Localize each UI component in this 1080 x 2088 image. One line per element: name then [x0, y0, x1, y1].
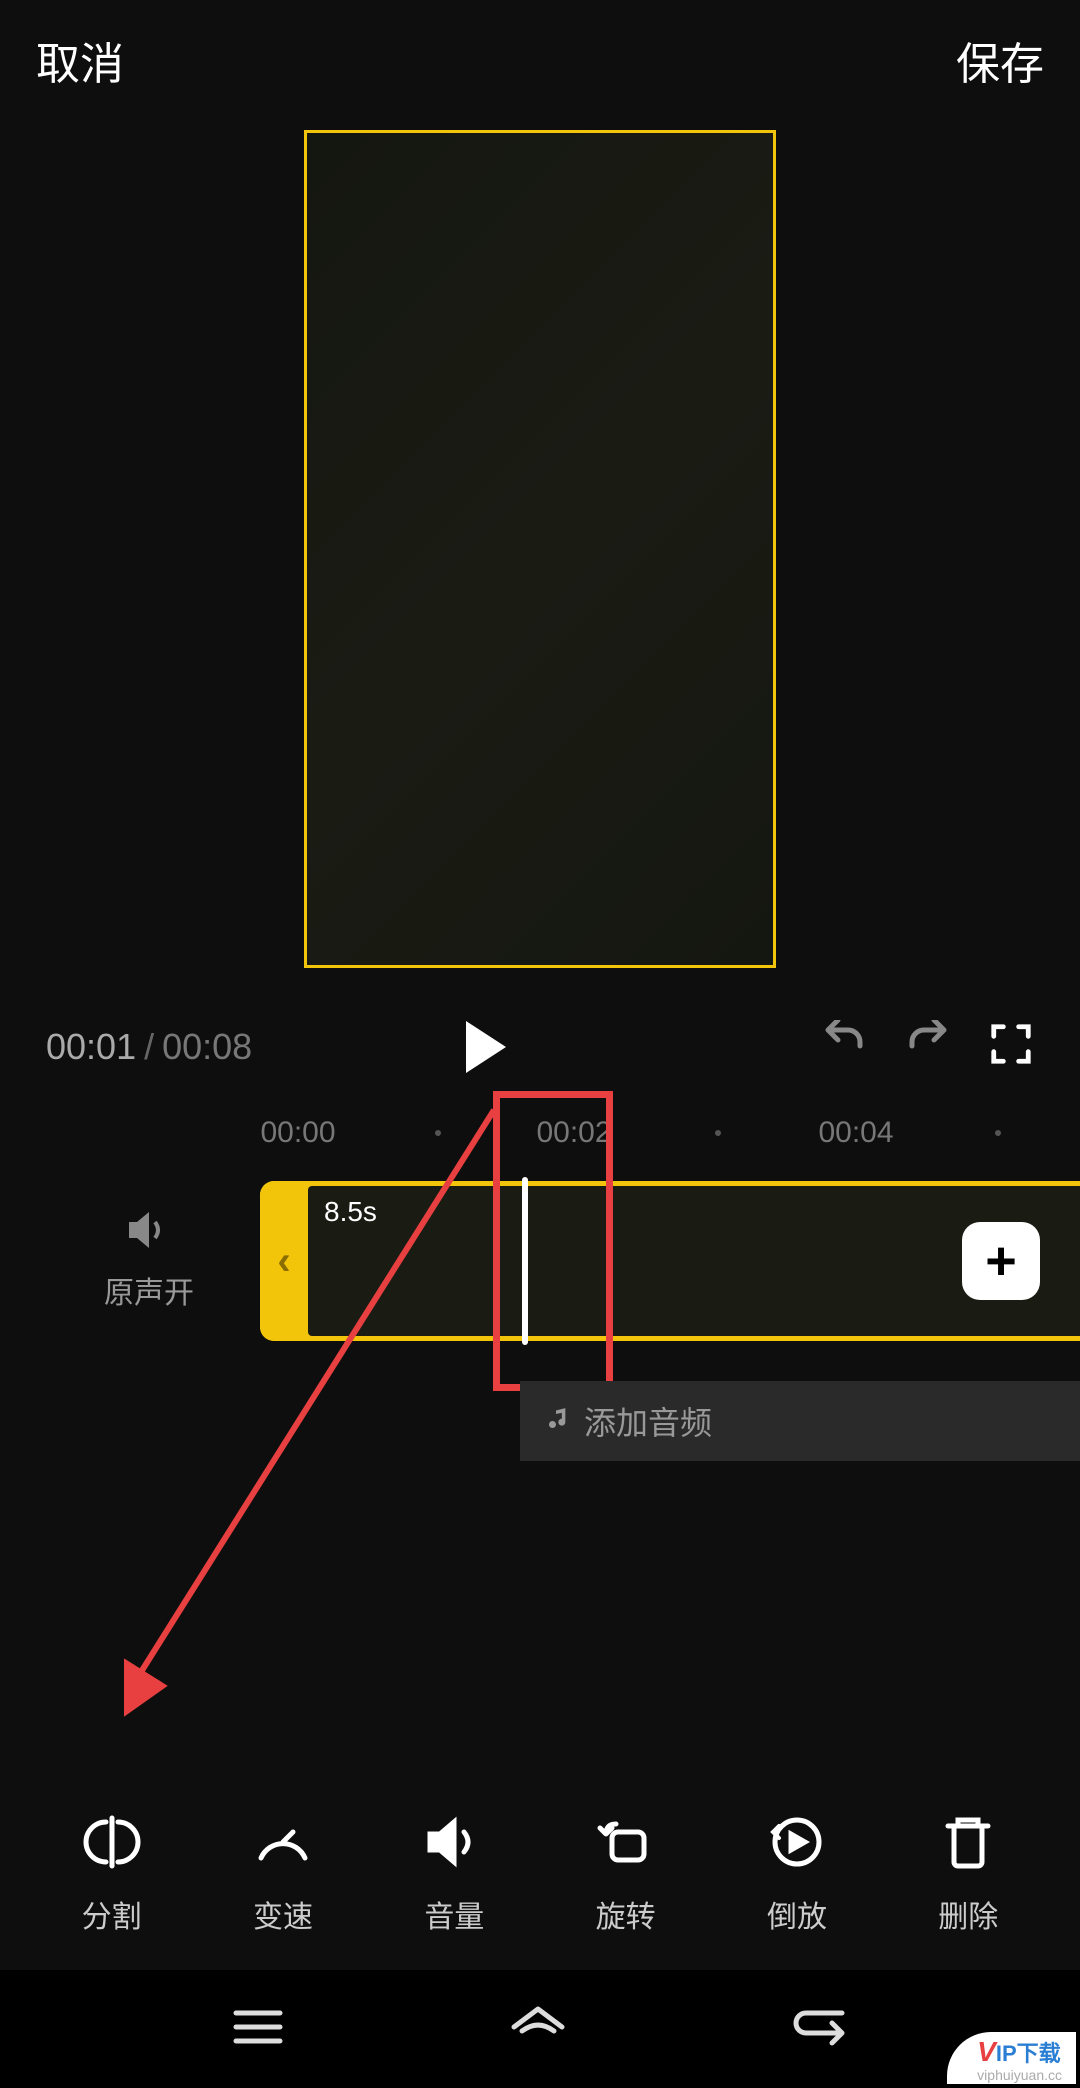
time-separator: /	[144, 1026, 154, 1068]
sound-label: 原声开	[104, 1268, 194, 1312]
undo-button[interactable]	[820, 1020, 868, 1073]
tool-label: 变速	[253, 1892, 313, 1936]
redo-button[interactable]	[904, 1020, 952, 1073]
volume-icon	[424, 1812, 484, 1872]
tool-label: 音量	[424, 1892, 484, 1936]
video-preview-frame[interactable]	[304, 130, 776, 968]
home-nav-button[interactable]	[506, 2003, 570, 2056]
ruler-dot	[435, 1130, 441, 1136]
split-tool[interactable]: 分割	[82, 1812, 142, 1936]
watermark-url: viphuiyuan.cc	[977, 2068, 1062, 2082]
tool-label: 删除	[938, 1892, 998, 1936]
reverse-tool[interactable]: 倒放	[767, 1812, 827, 1936]
tool-label: 倒放	[767, 1892, 827, 1936]
watermark-text: IP下载	[996, 2041, 1061, 2066]
speed-icon	[253, 1812, 313, 1872]
clip-duration-label: 8.5s	[324, 1196, 377, 1228]
fullscreen-button[interactable]	[988, 1021, 1034, 1072]
add-audio-label: 添加音频	[584, 1398, 712, 1444]
speed-tool[interactable]: 变速	[253, 1812, 313, 1936]
cancel-button[interactable]: 取消	[36, 28, 124, 92]
current-time: 00:01	[46, 1026, 136, 1068]
volume-tool[interactable]: 音量	[424, 1812, 484, 1936]
menu-nav-button[interactable]	[230, 2007, 286, 2052]
watermark-badge: VIP下载 viphuiyuan.cc	[947, 2032, 1076, 2084]
clip-left-handle[interactable]: ‹	[260, 1181, 308, 1341]
trash-icon	[942, 1812, 994, 1872]
header-bar: 取消 保存	[0, 0, 1080, 120]
rotate-icon	[596, 1812, 656, 1872]
video-track[interactable]: 原声开 ‹ 8.5s +	[0, 1181, 1080, 1341]
reverse-icon	[767, 1812, 827, 1872]
music-note-icon	[542, 1407, 570, 1435]
ruler-dot	[995, 1130, 1001, 1136]
original-sound-toggle[interactable]: 原声开	[104, 1210, 194, 1312]
rotate-tool[interactable]: 旋转	[596, 1812, 656, 1936]
delete-tool[interactable]: 删除	[938, 1812, 998, 1936]
preview-area	[0, 120, 1080, 998]
video-clip[interactable]: ‹ 8.5s	[260, 1181, 1080, 1341]
playhead[interactable]	[522, 1177, 528, 1345]
audio-track: 添加音频	[0, 1381, 1080, 1461]
tool-label: 旋转	[596, 1892, 656, 1936]
play-icon[interactable]	[466, 1021, 506, 1073]
add-audio-button[interactable]: 添加音频	[520, 1381, 1080, 1461]
system-nav-bar	[0, 1970, 1080, 2088]
tool-label: 分割	[82, 1892, 142, 1936]
time-display: 00:01 / 00:08	[46, 1026, 252, 1068]
timeline: 00:00 00:02 00:04 原声开 ‹ 8.5s +	[0, 1115, 1080, 1461]
ruler-mark: 00:04	[818, 1116, 893, 1150]
edit-toolbar: 分割 变速 音量 旋转	[0, 1812, 1080, 1970]
add-clip-button[interactable]: +	[962, 1222, 1040, 1300]
total-time: 00:08	[162, 1026, 252, 1068]
ruler-mark: 00:02	[536, 1116, 611, 1150]
timeline-ruler: 00:00 00:02 00:04	[0, 1115, 1080, 1171]
speaker-icon	[104, 1210, 194, 1258]
playback-controls: 00:01 / 00:08	[0, 998, 1080, 1115]
split-icon	[82, 1812, 142, 1872]
ruler-dot	[715, 1130, 721, 1136]
save-button[interactable]: 保存	[956, 28, 1044, 92]
ruler-mark: 00:00	[260, 1116, 335, 1150]
back-nav-button[interactable]	[790, 2005, 850, 2054]
